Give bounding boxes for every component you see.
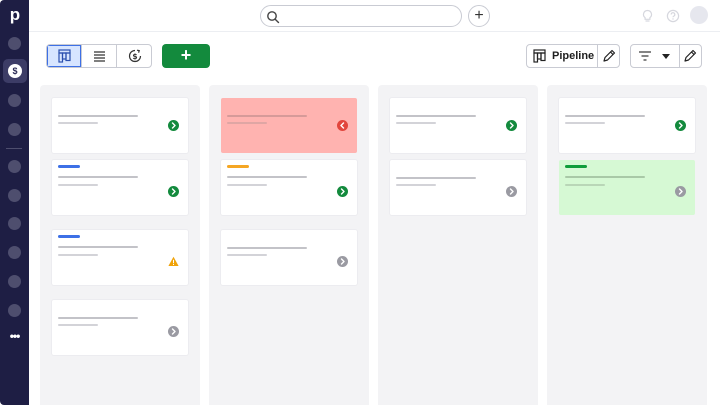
deal-card[interactable] — [52, 230, 188, 285]
chevron-right-icon[interactable] — [337, 256, 348, 267]
pipeline-divider — [597, 45, 598, 67]
deal-title-placeholder — [396, 177, 476, 179]
sidebar-divider — [6, 148, 22, 149]
sidebar-item-3[interactable] — [8, 94, 21, 107]
deal-subtitle-placeholder — [396, 184, 436, 186]
deal-subtitle-placeholder — [58, 122, 98, 124]
deal-card[interactable] — [559, 160, 695, 215]
deal-subtitle-placeholder — [227, 184, 267, 186]
label-tag — [565, 165, 587, 168]
view-switcher: $ — [46, 44, 152, 68]
deal-title-placeholder — [227, 176, 307, 178]
sidebar-item-9[interactable] — [8, 275, 21, 288]
topbar-divider — [29, 31, 720, 32]
deal-title-placeholder — [227, 115, 307, 117]
filter-divider — [679, 45, 680, 67]
deal-card[interactable] — [52, 300, 188, 355]
deal-subtitle-placeholder — [396, 122, 436, 124]
filter-icon — [639, 51, 651, 61]
add-deal-button[interactable]: + — [162, 44, 210, 68]
quick-add-button[interactable]: + — [468, 5, 490, 27]
deal-subtitle-placeholder — [565, 122, 605, 124]
edit-pipeline-icon[interactable] — [602, 49, 616, 63]
deal-subtitle-placeholder — [58, 324, 98, 326]
chevron-right-icon[interactable] — [168, 120, 179, 131]
deal-title-placeholder — [227, 247, 307, 249]
deal-subtitle-placeholder — [565, 184, 605, 186]
list-view-icon — [94, 51, 105, 62]
label-tag — [58, 235, 80, 238]
pipeline-selector[interactable]: Pipeline — [526, 44, 620, 68]
chevron-right-icon[interactable] — [168, 326, 179, 337]
deal-title-placeholder — [58, 246, 138, 248]
kanban-view-button[interactable] — [47, 45, 82, 67]
chevron-down-icon — [662, 54, 670, 59]
sidebar-item-1[interactable] — [8, 37, 21, 50]
sidebar-item-6[interactable] — [8, 189, 21, 202]
chevron-right-icon[interactable] — [506, 186, 517, 197]
warning-icon[interactable] — [168, 256, 179, 267]
pipeline-stage-column — [547, 85, 707, 405]
deal-title-placeholder — [565, 115, 645, 117]
sidebar-item-4[interactable] — [8, 123, 21, 136]
lightbulb-icon[interactable] — [641, 9, 654, 23]
pipeline-icon — [533, 49, 546, 63]
deal-subtitle-placeholder — [227, 254, 267, 256]
edit-filter-icon[interactable] — [683, 49, 697, 63]
sidebar: p $ ••• — [0, 0, 29, 405]
deal-title-placeholder — [58, 176, 138, 178]
kanban-view-icon — [58, 49, 71, 63]
avatar[interactable] — [690, 6, 708, 24]
chevron-right-icon[interactable] — [506, 120, 517, 131]
chevron-right-icon[interactable] — [337, 186, 348, 197]
sidebar-item-5[interactable] — [8, 160, 21, 173]
search-input[interactable] — [260, 5, 462, 27]
forecast-view-button[interactable]: $ — [117, 45, 151, 67]
sidebar-item-8[interactable] — [8, 246, 21, 259]
label-tag — [58, 165, 80, 168]
deal-title-placeholder — [58, 317, 138, 319]
chevron-left-icon[interactable] — [337, 120, 348, 131]
deal-subtitle-placeholder — [58, 254, 98, 256]
chevron-right-icon[interactable] — [675, 120, 686, 131]
deal-title-placeholder — [565, 176, 645, 178]
deal-card[interactable] — [221, 230, 357, 285]
app-logo[interactable]: p — [5, 5, 25, 25]
sidebar-item-7[interactable] — [8, 217, 21, 230]
pipeline-stage-column — [209, 85, 369, 405]
label-tag — [227, 165, 249, 168]
filter-selector[interactable] — [630, 44, 702, 68]
help-icon[interactable] — [666, 9, 680, 23]
deal-card[interactable] — [221, 98, 357, 153]
chevron-right-icon[interactable] — [168, 186, 179, 197]
deal-card[interactable] — [221, 160, 357, 215]
deal-title-placeholder — [58, 115, 138, 117]
deal-subtitle-placeholder — [58, 184, 98, 186]
chevron-right-icon[interactable] — [675, 186, 686, 197]
more-icon[interactable]: ••• — [4, 330, 25, 345]
deal-card[interactable] — [559, 98, 695, 153]
svg-text:$: $ — [132, 52, 137, 61]
deal-card[interactable] — [52, 98, 188, 153]
search-icon — [267, 11, 280, 24]
pipeline-stage-column — [378, 85, 538, 405]
dollar-coin-icon: $ — [8, 64, 22, 78]
sidebar-item-10[interactable] — [8, 304, 21, 317]
pipeline-label: Pipeline — [552, 50, 595, 62]
deal-card[interactable] — [390, 160, 526, 215]
sidebar-item-deals[interactable]: $ — [3, 59, 27, 83]
deal-card[interactable] — [390, 98, 526, 153]
pipeline-stage-column — [40, 85, 200, 405]
forecast-view-icon: $ — [128, 49, 142, 63]
deal-title-placeholder — [396, 115, 476, 117]
deal-subtitle-placeholder — [227, 122, 267, 124]
list-view-button[interactable] — [82, 45, 117, 67]
deal-card[interactable] — [52, 160, 188, 215]
